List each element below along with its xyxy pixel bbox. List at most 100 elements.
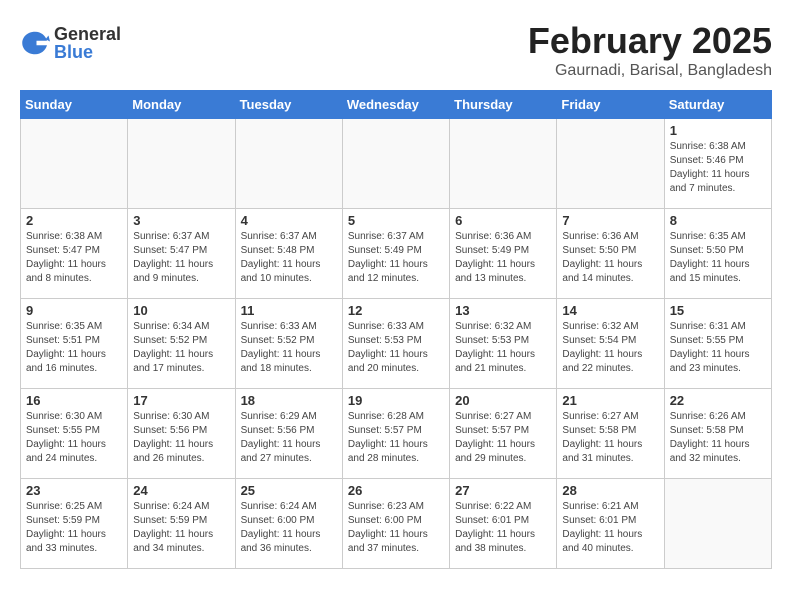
calendar-cell: 2 Sunrise: 6:38 AM Sunset: 5:47 PM Daylig… (21, 209, 128, 299)
calendar-cell: 27 Sunrise: 6:22 AM Sunset: 6:01 PM Dayli… (450, 479, 557, 569)
day-info: Sunrise: 6:30 AM Sunset: 5:56 PM Dayligh… (133, 410, 229, 466)
calendar-cell (342, 119, 449, 209)
day-number: 21 (562, 393, 658, 408)
weekday-header: Friday (557, 91, 664, 119)
day-number: 28 (562, 483, 658, 498)
day-number: 12 (348, 303, 444, 318)
logo-icon (20, 28, 50, 58)
calendar-cell: 9 Sunrise: 6:35 AM Sunset: 5:51 PM Daylig… (21, 299, 128, 389)
day-info: Sunrise: 6:36 AM Sunset: 5:49 PM Dayligh… (455, 230, 551, 286)
calendar-cell (557, 119, 664, 209)
day-number: 5 (348, 213, 444, 228)
calendar-cell: 7 Sunrise: 6:36 AM Sunset: 5:50 PM Daylig… (557, 209, 664, 299)
day-info: Sunrise: 6:37 AM Sunset: 5:47 PM Dayligh… (133, 230, 229, 286)
day-info: Sunrise: 6:30 AM Sunset: 5:55 PM Dayligh… (26, 410, 122, 466)
calendar-cell (21, 119, 128, 209)
day-info: Sunrise: 6:26 AM Sunset: 5:58 PM Dayligh… (670, 410, 766, 466)
calendar-cell: 28 Sunrise: 6:21 AM Sunset: 6:01 PM Dayli… (557, 479, 664, 569)
day-info: Sunrise: 6:25 AM Sunset: 5:59 PM Dayligh… (26, 500, 122, 556)
day-info: Sunrise: 6:31 AM Sunset: 5:55 PM Dayligh… (670, 320, 766, 376)
day-number: 16 (26, 393, 122, 408)
calendar-cell: 6 Sunrise: 6:36 AM Sunset: 5:49 PM Daylig… (450, 209, 557, 299)
day-number: 22 (670, 393, 766, 408)
calendar-cell: 18Sunrise: 6:29 AM Sunset: 5:56 PM Dayli… (235, 389, 342, 479)
day-info: Sunrise: 6:37 AM Sunset: 5:48 PM Dayligh… (241, 230, 337, 286)
weekday-header: Saturday (664, 91, 771, 119)
day-number: 2 (26, 213, 122, 228)
day-number: 6 (455, 213, 551, 228)
calendar-cell (128, 119, 235, 209)
day-info: Sunrise: 6:35 AM Sunset: 5:51 PM Dayligh… (26, 320, 122, 376)
day-info: Sunrise: 6:36 AM Sunset: 5:50 PM Dayligh… (562, 230, 658, 286)
day-number: 20 (455, 393, 551, 408)
day-info: Sunrise: 6:27 AM Sunset: 5:57 PM Dayligh… (455, 410, 551, 466)
logo: General Blue (20, 25, 121, 61)
calendar-cell: 17 Sunrise: 6:30 AM Sunset: 5:56 PM Dayli… (128, 389, 235, 479)
day-number: 4 (241, 213, 337, 228)
calendar-cell (450, 119, 557, 209)
location-title: Gaurnadi, Barisal, Bangladesh (528, 62, 772, 80)
day-info: Sunrise: 6:38 AM Sunset: 5:47 PM Dayligh… (26, 230, 122, 286)
day-info: Sunrise: 6:23 AM Sunset: 6:00 PM Dayligh… (348, 500, 444, 556)
logo-blue: Blue (54, 43, 121, 61)
weekday-header: Wednesday (342, 91, 449, 119)
calendar-week-row: 23Sunrise: 6:25 AM Sunset: 5:59 PM Dayli… (21, 479, 772, 569)
day-number: 9 (26, 303, 122, 318)
day-info: Sunrise: 6:24 AM Sunset: 6:00 PM Dayligh… (241, 500, 337, 556)
calendar-week-row: 1 Sunrise: 6:38 AM Sunset: 5:46 PM Daylig… (21, 119, 772, 209)
weekday-header: Monday (128, 91, 235, 119)
day-number: 7 (562, 213, 658, 228)
day-info: Sunrise: 6:22 AM Sunset: 6:01 PM Dayligh… (455, 500, 551, 556)
day-number: 27 (455, 483, 551, 498)
day-number: 11 (241, 303, 337, 318)
calendar-cell: 12 Sunrise: 6:33 AM Sunset: 5:53 PM Dayli… (342, 299, 449, 389)
calendar-cell: 22 Sunrise: 6:26 AM Sunset: 5:58 PM Dayli… (664, 389, 771, 479)
day-info: Sunrise: 6:35 AM Sunset: 5:50 PM Dayligh… (670, 230, 766, 286)
weekday-header: Tuesday (235, 91, 342, 119)
title-section: February 2025 Gaurnadi, Barisal, Banglad… (528, 20, 772, 80)
day-info: Sunrise: 6:28 AM Sunset: 5:57 PM Dayligh… (348, 410, 444, 466)
calendar-cell: 1 Sunrise: 6:38 AM Sunset: 5:46 PM Daylig… (664, 119, 771, 209)
day-number: 24 (133, 483, 229, 498)
day-number: 1 (670, 123, 766, 138)
logo-general: General (54, 25, 121, 43)
day-info: Sunrise: 6:33 AM Sunset: 5:52 PM Dayligh… (241, 320, 337, 376)
calendar-cell: 13Sunrise: 6:32 AM Sunset: 5:53 PM Dayli… (450, 299, 557, 389)
day-number: 8 (670, 213, 766, 228)
day-info: Sunrise: 6:21 AM Sunset: 6:01 PM Dayligh… (562, 500, 658, 556)
calendar-cell: 26 Sunrise: 6:23 AM Sunset: 6:00 PM Dayli… (342, 479, 449, 569)
day-number: 17 (133, 393, 229, 408)
day-number: 15 (670, 303, 766, 318)
calendar-cell: 10Sunrise: 6:34 AM Sunset: 5:52 PM Dayli… (128, 299, 235, 389)
day-info: Sunrise: 6:37 AM Sunset: 5:49 PM Dayligh… (348, 230, 444, 286)
calendar-cell: 8 Sunrise: 6:35 AM Sunset: 5:50 PM Daylig… (664, 209, 771, 299)
calendar-cell: 23Sunrise: 6:25 AM Sunset: 5:59 PM Dayli… (21, 479, 128, 569)
calendar-week-row: 16 Sunrise: 6:30 AM Sunset: 5:55 PM Dayli… (21, 389, 772, 479)
calendar: SundayMondayTuesdayWednesdayThursdayFrid… (20, 90, 772, 569)
calendar-cell: 14Sunrise: 6:32 AM Sunset: 5:54 PM Dayli… (557, 299, 664, 389)
calendar-cell: 20 Sunrise: 6:27 AM Sunset: 5:57 PM Dayli… (450, 389, 557, 479)
day-info: Sunrise: 6:38 AM Sunset: 5:46 PM Dayligh… (670, 140, 766, 196)
day-info: Sunrise: 6:27 AM Sunset: 5:58 PM Dayligh… (562, 410, 658, 466)
calendar-week-row: 2 Sunrise: 6:38 AM Sunset: 5:47 PM Daylig… (21, 209, 772, 299)
calendar-cell: 16 Sunrise: 6:30 AM Sunset: 5:55 PM Dayli… (21, 389, 128, 479)
day-number: 3 (133, 213, 229, 228)
day-info: Sunrise: 6:32 AM Sunset: 5:54 PM Dayligh… (562, 320, 658, 376)
calendar-header-row: SundayMondayTuesdayWednesdayThursdayFrid… (21, 91, 772, 119)
day-number: 26 (348, 483, 444, 498)
calendar-cell: 4 Sunrise: 6:37 AM Sunset: 5:48 PM Daylig… (235, 209, 342, 299)
calendar-cell (235, 119, 342, 209)
day-number: 19 (348, 393, 444, 408)
calendar-cell: 25Sunrise: 6:24 AM Sunset: 6:00 PM Dayli… (235, 479, 342, 569)
day-number: 13 (455, 303, 551, 318)
calendar-cell: 21 Sunrise: 6:27 AM Sunset: 5:58 PM Dayli… (557, 389, 664, 479)
day-info: Sunrise: 6:33 AM Sunset: 5:53 PM Dayligh… (348, 320, 444, 376)
calendar-cell: 15 Sunrise: 6:31 AM Sunset: 5:55 PM Dayli… (664, 299, 771, 389)
month-title: February 2025 (528, 20, 772, 62)
calendar-cell (664, 479, 771, 569)
day-number: 18 (241, 393, 337, 408)
weekday-header: Sunday (21, 91, 128, 119)
logo-text: General Blue (54, 25, 121, 61)
calendar-week-row: 9 Sunrise: 6:35 AM Sunset: 5:51 PM Daylig… (21, 299, 772, 389)
calendar-cell: 19 Sunrise: 6:28 AM Sunset: 5:57 PM Dayli… (342, 389, 449, 479)
